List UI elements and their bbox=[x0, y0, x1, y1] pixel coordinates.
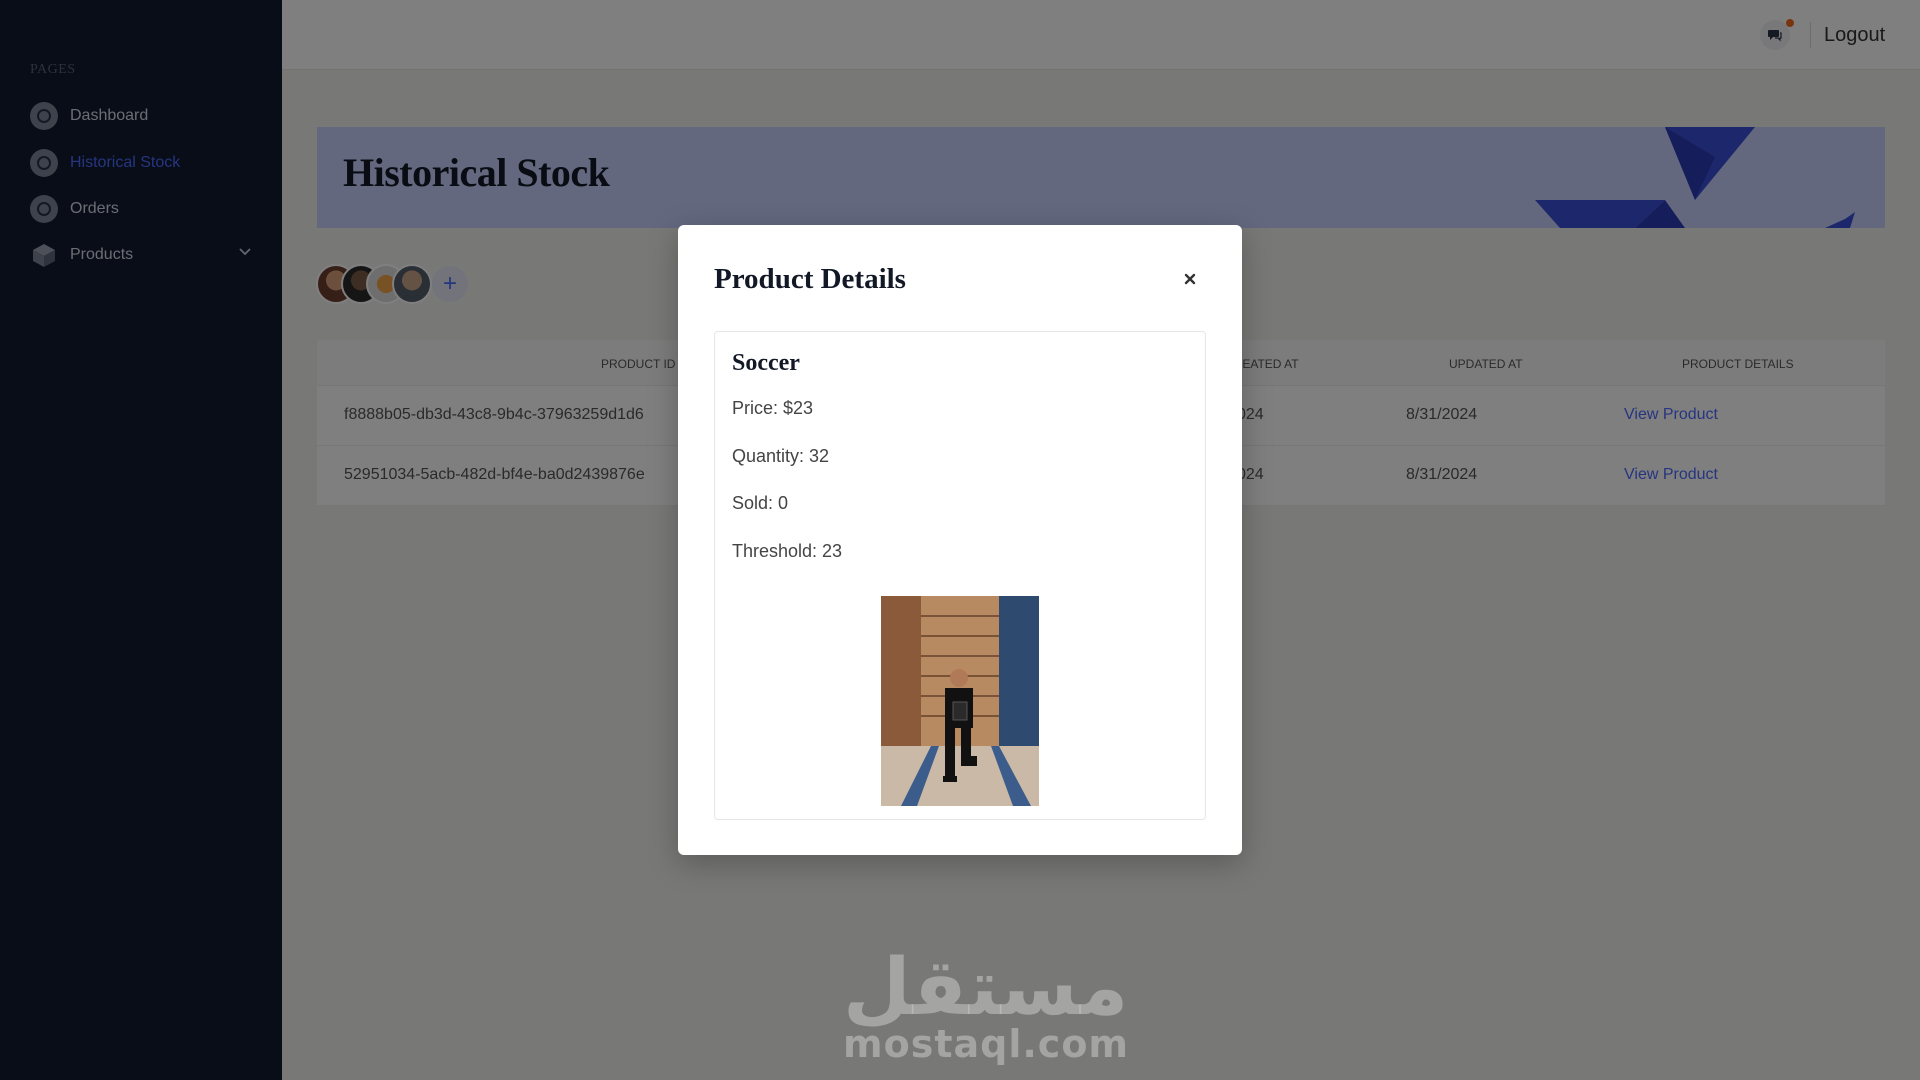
quantity-line: Quantity: 32 bbox=[732, 446, 829, 467]
product-name: Soccer bbox=[732, 350, 800, 376]
watermark-arabic: مستقل bbox=[843, 943, 1129, 1033]
threshold-value: 23 bbox=[822, 541, 843, 561]
sold-line: Sold: 0 bbox=[732, 493, 788, 514]
quantity-label: Quantity: bbox=[732, 446, 805, 466]
sold-label: Sold: bbox=[732, 493, 774, 513]
watermark: مستقل mostaql.com bbox=[843, 943, 1130, 1066]
sold-value: 0 bbox=[778, 493, 789, 513]
price-line: Price: $23 bbox=[732, 398, 813, 419]
product-details-modal: Product Details Soccer Price: $23 Quantit… bbox=[678, 225, 1242, 855]
modal-title: Product Details bbox=[714, 263, 906, 295]
threshold-line: Threshold: 23 bbox=[732, 541, 842, 562]
threshold-label: Threshold: bbox=[732, 541, 818, 561]
quantity-value: 32 bbox=[809, 446, 830, 466]
product-card: Soccer Price: $23 Quantity: 32 Sold: 0 Thre… bbox=[714, 331, 1206, 820]
product-image bbox=[881, 596, 1039, 806]
price-label: Price: bbox=[732, 398, 779, 418]
watermark-latin: mostaql.com bbox=[843, 1022, 1130, 1066]
price-value: $23 bbox=[783, 398, 814, 418]
close-icon[interactable] bbox=[1180, 269, 1200, 289]
